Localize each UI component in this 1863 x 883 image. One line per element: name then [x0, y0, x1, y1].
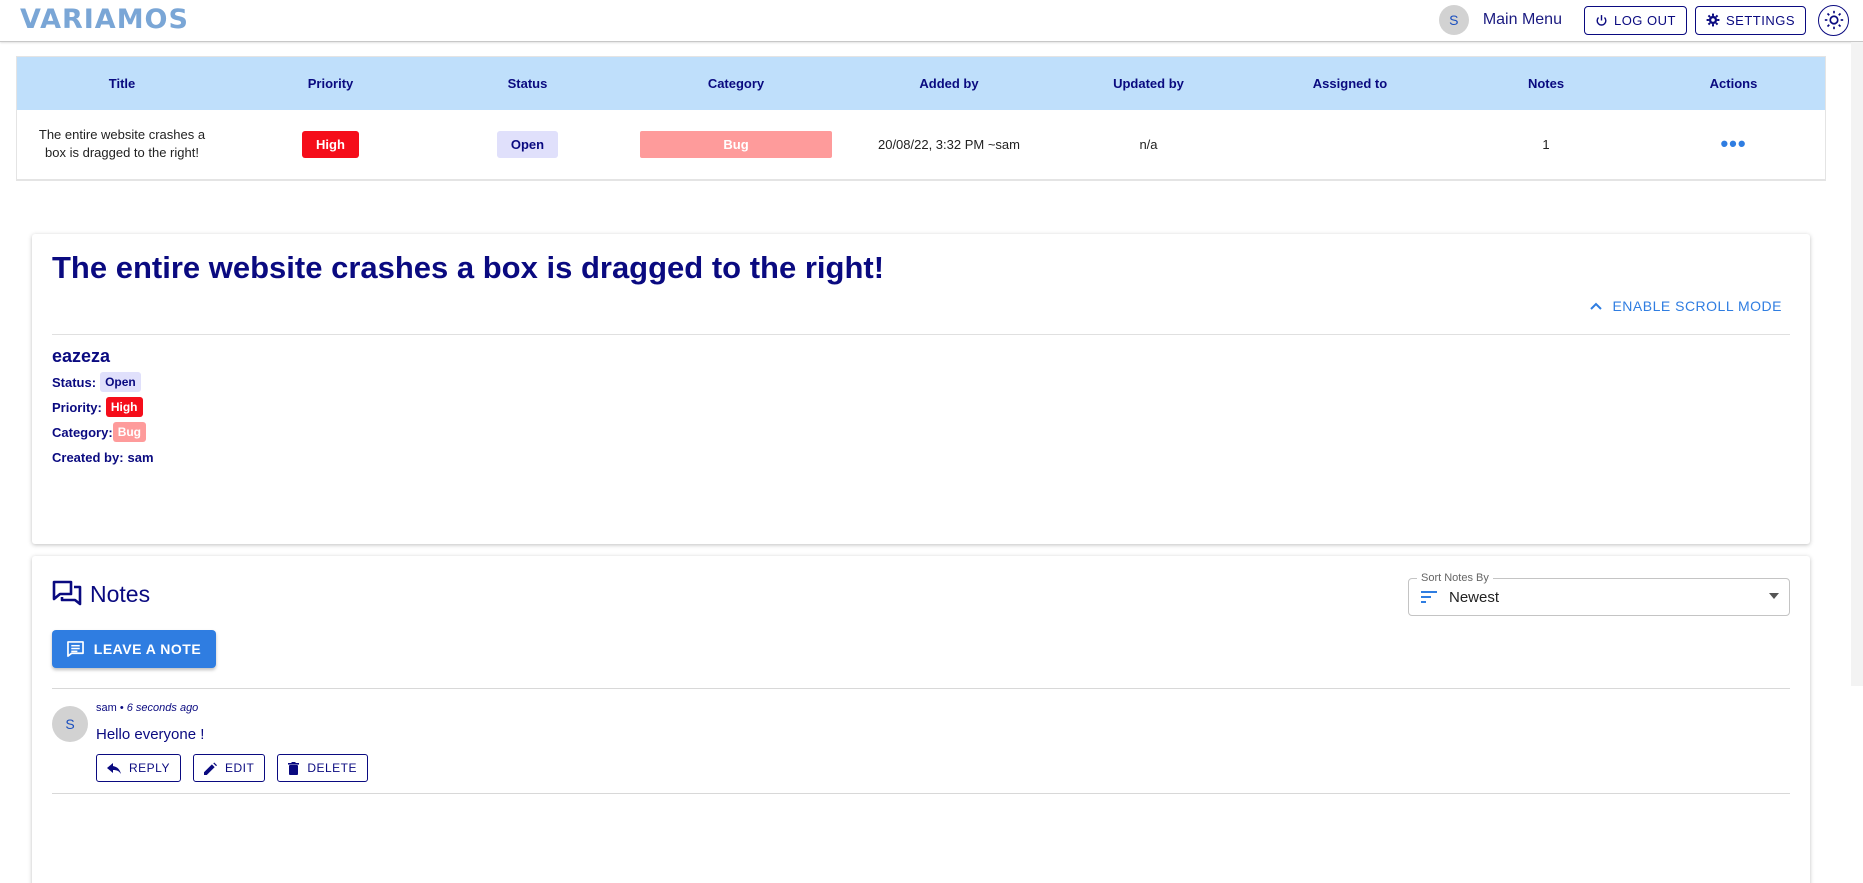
notes-title: Notes [90, 580, 151, 607]
col-actions: Actions [1709, 76, 1758, 91]
notes-divider-top [52, 688, 1790, 689]
row-priority: High [227, 110, 434, 179]
dropdown-caret-icon [1769, 593, 1779, 599]
pencil-icon [203, 761, 217, 775]
settings-button[interactable]: SETTINGS [1694, 5, 1806, 35]
sort-notes-label: Sort Notes By [1417, 572, 1493, 584]
status-label: Status: [52, 374, 97, 390]
row-category: Bug [621, 110, 851, 179]
divider [52, 334, 1790, 335]
created-by-line: Created by: sam [52, 450, 154, 465]
sort-notes-select[interactable]: Sort Notes By Newest [1408, 572, 1790, 616]
col-assigned-to[interactable]: Assigned to [1250, 57, 1450, 110]
category-badge: Bug [640, 130, 832, 158]
col-notes[interactable]: Notes [1450, 57, 1642, 110]
leave-note-label: LEAVE A NOTE [93, 641, 202, 657]
status-chip: Open [100, 372, 141, 392]
category-label: Category: [52, 424, 113, 440]
reply-icon [107, 762, 121, 774]
trash-icon [288, 761, 300, 775]
delete-button[interactable]: DELETE [277, 754, 368, 782]
sort-notes-value: Newest [1449, 588, 1500, 606]
top-right-controls: S Main Menu LOG OUT SETTINGS [1438, 4, 1849, 36]
issue-detail-card: The entire website crashes a box is drag… [32, 234, 1810, 544]
created-by-value: sam [127, 450, 154, 465]
chevron-up-icon [1590, 302, 1603, 310]
sort-icon [1421, 591, 1437, 603]
sun-icon [1824, 10, 1843, 30]
priority-chip: High [105, 397, 143, 417]
created-by-label: Created by: [52, 450, 124, 465]
main-menu-link[interactable]: Main Menu [1483, 11, 1562, 29]
edit-button[interactable]: EDIT [192, 754, 266, 782]
note-time: 6 seconds ago [126, 702, 199, 714]
row-title: The entire website crashes a box is drag… [17, 110, 227, 179]
notes-divider-bottom [52, 793, 1790, 794]
power-icon [1596, 14, 1607, 26]
top-bar: VARIAMOS S Main Menu LOG OUT SETTINGS [0, 0, 1863, 42]
gear-icon [1706, 13, 1720, 27]
scroll-mode-label: ENABLE SCROLL MODE [1612, 298, 1782, 314]
col-status[interactable]: Status [434, 57, 621, 110]
table-header-row: Title Priority Status Category Added by … [17, 57, 1825, 110]
note-actions: REPLY EDIT DELETE [96, 754, 368, 782]
row-updated-by: n/a [1139, 136, 1158, 152]
col-category[interactable]: Category [621, 57, 851, 110]
more-actions-icon[interactable]: ••• [1720, 131, 1746, 156]
delete-label: DELETE [307, 761, 357, 775]
reply-button[interactable]: REPLY [96, 754, 181, 782]
row-status: Open [434, 110, 621, 179]
comment-icon [66, 641, 84, 657]
theme-toggle-button[interactable] [1818, 4, 1849, 36]
note-text: Hello everyone ! [96, 726, 205, 743]
issue-description: eazeza [52, 346, 111, 366]
logout-label: LOG OUT [1613, 12, 1676, 28]
col-added-by[interactable]: Added by [851, 57, 1047, 110]
status-line: Status: Open [52, 372, 141, 392]
row-notes-count: 1 [1542, 136, 1550, 152]
settings-label: SETTINGS [1725, 12, 1795, 28]
issues-table: Title Priority Status Category Added by … [16, 56, 1826, 181]
table-row[interactable]: The entire website crashes a box is drag… [17, 110, 1825, 179]
notes-card: Notes Sort Notes By Newest LEAVE A NOTE … [32, 556, 1810, 883]
note-author-avatar: S [52, 706, 88, 742]
scrollbar[interactable] [1851, 42, 1863, 686]
row-added-by: 20/08/22, 3:32 PM ~sam [877, 136, 1020, 152]
col-updated-by[interactable]: Updated by [1047, 57, 1250, 110]
note-meta: sam • 6 seconds ago [96, 702, 199, 714]
row-assigned-to [1250, 110, 1450, 179]
user-avatar[interactable]: S [1438, 5, 1469, 35]
priority-line: Priority: High [52, 397, 143, 417]
col-title[interactable]: Title [17, 57, 227, 110]
priority-label: Priority: [52, 399, 102, 415]
priority-badge: High [302, 130, 359, 158]
logo-text: VARIAMOS [20, 3, 189, 35]
forum-icon [52, 580, 82, 606]
col-priority[interactable]: Priority [227, 57, 434, 110]
issue-title: The entire website crashes a box is drag… [52, 250, 885, 285]
variamos-logo[interactable]: VARIAMOS [20, 3, 189, 35]
category-line: Category: Bug [52, 422, 147, 442]
leave-note-button[interactable]: LEAVE A NOTE [52, 630, 216, 668]
row-title-text: The entire website crashes a box is drag… [38, 127, 206, 161]
notes-heading: Notes [52, 580, 150, 608]
reply-label: REPLY [129, 761, 170, 775]
note-author: sam [96, 702, 117, 714]
enable-scroll-mode-button[interactable]: ENABLE SCROLL MODE [1590, 298, 1782, 314]
row-actions: ••• [1642, 110, 1825, 179]
status-badge: Open [496, 130, 559, 158]
category-chip: Bug [112, 422, 147, 442]
logout-button[interactable]: LOG OUT [1583, 5, 1687, 35]
edit-label: EDIT [224, 761, 255, 775]
